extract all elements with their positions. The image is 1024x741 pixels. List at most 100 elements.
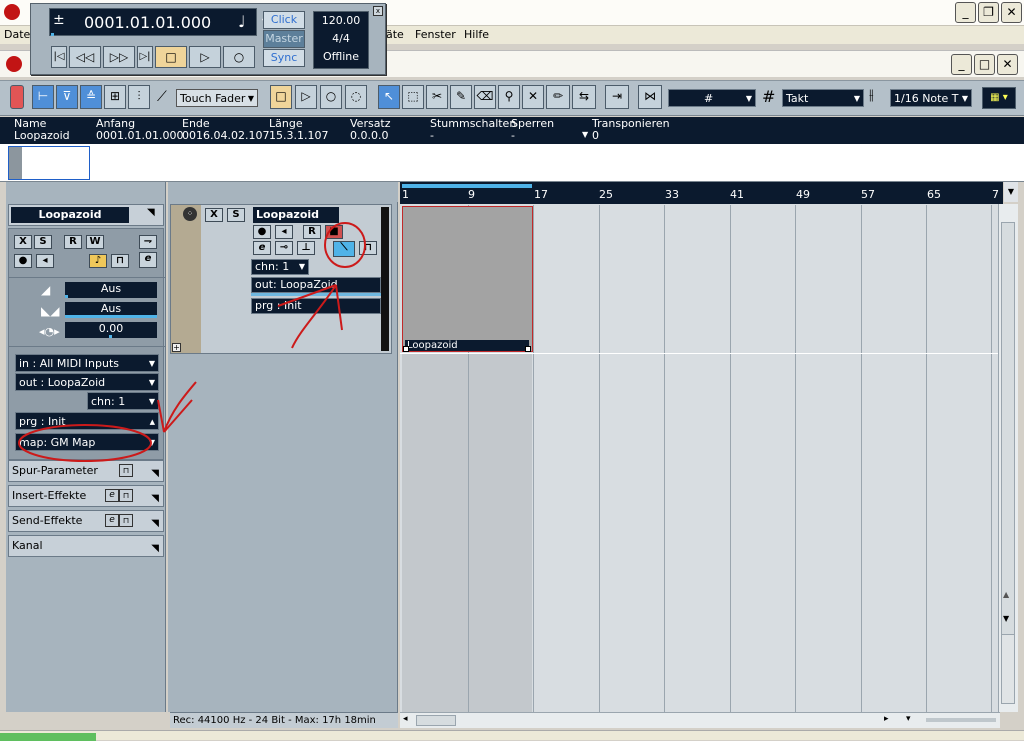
- menu-item-funktionen[interactable]: äte: [386, 28, 404, 41]
- scroll-up-icon[interactable]: ▲: [1003, 590, 1009, 599]
- info-col-lock[interactable]: Sperren -: [511, 118, 554, 142]
- project-maximize-button[interactable]: □: [974, 54, 995, 75]
- rewind-button[interactable]: ◁◁: [69, 46, 101, 68]
- inspector-timebase-button[interactable]: ♪: [89, 254, 107, 268]
- overview-viewport[interactable]: [8, 146, 90, 180]
- menu-item-fenster[interactable]: Fenster: [415, 28, 456, 41]
- inspector-collapse-icon[interactable]: ◥: [147, 207, 155, 218]
- menu-item-datei[interactable]: Date: [4, 28, 30, 41]
- snap-mode-dropdown[interactable]: # ▼: [668, 89, 756, 107]
- inspector-edit-button[interactable]: e: [139, 252, 157, 268]
- delay-field[interactable]: 0.00: [65, 322, 157, 338]
- track-write-button[interactable]: ■: [325, 225, 343, 239]
- show-overview-button[interactable]: ≙: [80, 85, 102, 109]
- inspector-monitor-button[interactable]: ◂: [36, 254, 54, 268]
- pool-button[interactable]: ⊞: [104, 85, 126, 109]
- info-col-end[interactable]: Ende 0016.04.02.107: [182, 118, 269, 142]
- section-track-parameters[interactable]: Spur-Parameter ⊓ ◥: [8, 460, 164, 482]
- info-col-name[interactable]: Name Loopazoid: [14, 118, 70, 142]
- glue-tool[interactable]: ✎: [450, 85, 472, 109]
- stop-button[interactable]: □: [270, 85, 292, 109]
- click-button[interactable]: Click: [263, 11, 305, 29]
- scroll-thumb[interactable]: [1001, 222, 1015, 642]
- track-channel-dropdown[interactable]: chn: 1 ▼: [251, 259, 309, 275]
- split-tool[interactable]: ✂: [426, 85, 448, 109]
- section-send-effects[interactable]: Send-Effekte e ⊓ ◥: [8, 510, 164, 532]
- automation-mode-dropdown[interactable]: Touch Fader ▼: [176, 89, 258, 107]
- goto-start-button[interactable]: |◁: [51, 46, 67, 68]
- cycle-button[interactable]: ○: [320, 85, 342, 109]
- track-drum-map-button[interactable]: ⟍: [333, 241, 355, 257]
- scrub-tool[interactable]: ⇆: [572, 85, 596, 109]
- volume-fader[interactable]: Aus: [65, 282, 157, 298]
- midi-input-dropdown[interactable]: in : All MIDI Inputs ▼: [15, 354, 159, 372]
- pan-slider[interactable]: Aus: [65, 302, 157, 318]
- transport-record-button[interactable]: ○: [223, 46, 255, 68]
- track-read-button[interactable]: R: [303, 225, 321, 239]
- track-program-field[interactable]: prg : Init: [251, 298, 381, 314]
- midi-part[interactable]: Loopazoid: [402, 206, 533, 352]
- color-palette-button[interactable]: ▦ ▾: [982, 87, 1016, 109]
- track-solo-button[interactable]: S: [227, 208, 245, 222]
- scroll-left-icon[interactable]: ◂: [403, 714, 408, 724]
- info-col-mute[interactable]: Stummschalten -: [430, 118, 516, 142]
- track-name-field[interactable]: Loopazoid: [253, 207, 339, 223]
- inspector-record-enable-button[interactable]: ●: [14, 254, 32, 268]
- record-indicator-button[interactable]: [10, 85, 24, 109]
- ruler-dropdown-arrow[interactable]: ▼: [1004, 182, 1018, 202]
- part-handle-left[interactable]: [403, 346, 409, 352]
- show-infoline-button[interactable]: ⊽: [56, 85, 78, 109]
- erase-tool[interactable]: ⌫: [474, 85, 496, 109]
- hscroll-thumb[interactable]: [416, 715, 456, 726]
- master-button[interactable]: Master: [263, 30, 305, 48]
- mute-tool[interactable]: ✕: [522, 85, 544, 109]
- map-dropdown[interactable]: map: GM Map ▼: [15, 433, 159, 451]
- inspector-edit-instrument-button[interactable]: ⇁: [139, 235, 157, 249]
- info-col-offset[interactable]: Versatz 0.0.0.0: [350, 118, 391, 142]
- track-mute-button[interactable]: X: [205, 208, 223, 222]
- overview-line[interactable]: [0, 144, 1024, 182]
- project-minimize-button[interactable]: _: [951, 54, 972, 75]
- inspector-lock-button[interactable]: ⊓: [111, 254, 129, 268]
- midi-output-dropdown[interactable]: out : LoopaZoid ▼: [15, 373, 159, 391]
- info-col-start[interactable]: Anfang 0001.01.01.000: [96, 118, 183, 142]
- project-close-button[interactable]: ✕: [997, 54, 1018, 75]
- zoom-tool[interactable]: ⚲: [498, 85, 520, 109]
- track-lock-button[interactable]: ⊓: [359, 241, 377, 255]
- track-timebase-button[interactable]: ⊥: [297, 241, 315, 255]
- show-inspector-button[interactable]: ⊢: [32, 85, 54, 109]
- horizontal-zoom-slider[interactable]: [926, 718, 996, 722]
- midi-channel-dropdown[interactable]: chn: 1 ▼: [87, 392, 159, 410]
- tempo-signature-display[interactable]: 120.00 4/4 Offline: [313, 11, 369, 69]
- sync-button[interactable]: Sync: [263, 49, 305, 67]
- info-col-length[interactable]: Länge 15.3.1.107: [269, 118, 328, 142]
- minimize-button[interactable]: _: [955, 2, 976, 23]
- grid-type-dropdown[interactable]: Takt ▼: [782, 89, 864, 107]
- inspector-write-button[interactable]: W: [86, 235, 104, 249]
- transport-play-button[interactable]: ▷: [189, 46, 221, 68]
- inspector-mute-button[interactable]: X: [14, 235, 32, 249]
- menu-item-hilfe[interactable]: Hilfe: [464, 28, 489, 41]
- goto-end-button[interactable]: ▷|: [137, 46, 153, 68]
- mixer-button[interactable]: ⫶: [128, 85, 150, 109]
- vertical-scrollbar[interactable]: ▲ ▼: [998, 204, 1018, 712]
- restore-button[interactable]: ❐: [978, 2, 999, 23]
- edit-icon[interactable]: e: [105, 514, 119, 527]
- part-handle-right[interactable]: [525, 346, 531, 352]
- inspector-read-button[interactable]: R: [64, 235, 82, 249]
- loop-button[interactable]: ◌: [345, 85, 367, 109]
- inspector-solo-button[interactable]: S: [34, 235, 52, 249]
- draw-tool[interactable]: ✏: [546, 85, 570, 109]
- track-row[interactable]: ⁘ X S Loopazoid ● ◂ R ■ e ⊸ ⊥ ⟍ ⊓ chn: 1…: [170, 204, 392, 354]
- snap-point-button[interactable]: ⋈: [638, 85, 662, 109]
- autoscroll-button[interactable]: ⇥: [605, 85, 629, 109]
- transport-stop-button[interactable]: □: [155, 46, 187, 68]
- track-record-enable-button[interactable]: ●: [253, 225, 271, 239]
- transport-close-icon[interactable]: x: [373, 6, 383, 16]
- track-insert-button[interactable]: ⊸: [275, 241, 293, 255]
- bypass-icon[interactable]: ⊓: [119, 489, 133, 502]
- track-expand-icon[interactable]: +: [172, 343, 181, 352]
- edit-icon[interactable]: e: [105, 489, 119, 502]
- range-select-tool[interactable]: ⬚: [402, 85, 424, 109]
- object-select-tool[interactable]: ↖: [378, 85, 400, 109]
